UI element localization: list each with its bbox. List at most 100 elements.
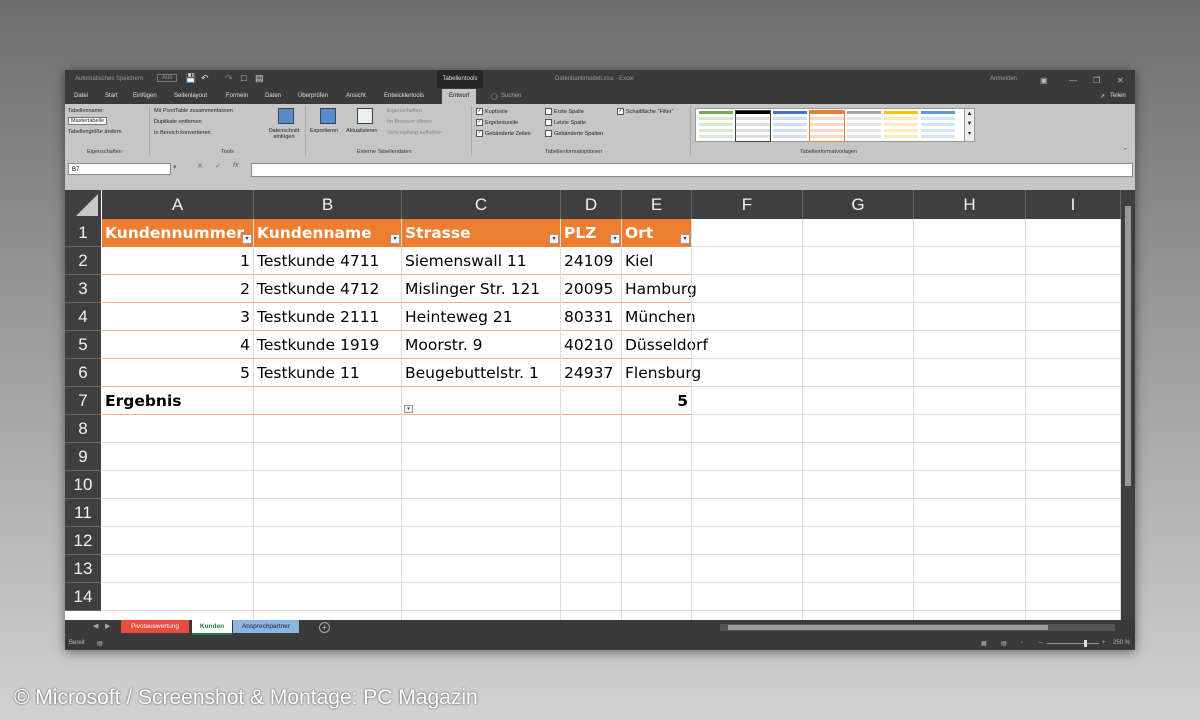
table-cell[interactable]: 24937 xyxy=(561,359,622,387)
row-header-2[interactable]: 2 xyxy=(65,247,101,275)
zoom-out-icon[interactable]: – xyxy=(1039,640,1042,646)
row-header-1[interactable]: 1 xyxy=(65,219,101,247)
enter-icon[interactable]: ✓ xyxy=(215,162,221,170)
redo-icon[interactable]: ↷ xyxy=(225,73,233,84)
pivot-summary-button[interactable]: Mit PivotTable zusammenfassen xyxy=(154,108,233,114)
sheet-tab-ansprechpartner[interactable]: Ansprechpartner xyxy=(233,620,299,633)
ribbon-display-icon[interactable]: ▣ xyxy=(1040,76,1048,85)
sheet-tab-kunden[interactable]: Kunden xyxy=(192,620,232,635)
gallery-scroll-icon[interactable]: ▲ ▼ ▾ xyxy=(964,109,974,141)
scroll-right-icon[interactable]: ▶ xyxy=(105,622,110,630)
banded-rows-option[interactable]: ✓ Gebänderte Zeilen xyxy=(476,130,531,137)
filter-dropdown-icon[interactable]: ▾ xyxy=(680,234,690,244)
zoom-in-icon[interactable]: + xyxy=(1102,640,1106,646)
filter-dropdown-icon[interactable]: ▾ xyxy=(610,234,620,244)
refresh-icon[interactable] xyxy=(357,108,373,124)
table-cell[interactable]: ▾ xyxy=(402,387,561,415)
column-header-e[interactable]: E xyxy=(622,190,692,219)
table-cell[interactable]: Siemenswall 11 xyxy=(402,247,561,275)
row-header-8[interactable]: 8 xyxy=(65,415,101,443)
table-cell[interactable]: Mislinger Str. 121 xyxy=(402,275,561,303)
row-header-13[interactable]: 13 xyxy=(65,555,101,583)
table-cell[interactable]: Heinteweg 21 xyxy=(402,303,561,331)
row-header-5[interactable]: 5 xyxy=(65,331,101,359)
table-name-input[interactable]: Mastertabelle xyxy=(68,117,108,125)
tab-entwicklertools[interactable]: Entwicklertools xyxy=(384,93,424,99)
table-header-cell[interactable]: Kundenname ▾ xyxy=(254,219,402,247)
style-swatch[interactable] xyxy=(735,110,771,142)
print-icon[interactable]: ▤ xyxy=(255,73,264,84)
table-cell[interactable] xyxy=(561,387,622,415)
open-browser-button[interactable]: Im Browser öffnen xyxy=(387,119,432,125)
table-header-cell[interactable]: PLZ ▾ xyxy=(561,219,622,247)
table-cell[interactable]: 5 xyxy=(102,359,254,387)
name-box-dropdown-icon[interactable]: ▾ xyxy=(173,163,177,171)
column-header-a[interactable]: A xyxy=(102,190,254,219)
formula-input[interactable] xyxy=(251,163,1133,177)
first-column-option[interactable]: Erste Spalte xyxy=(545,108,584,115)
row-header-3[interactable]: 3 xyxy=(65,275,101,303)
tab-seitenlayout[interactable]: Seitenlayout xyxy=(174,93,207,99)
row-header-12[interactable]: 12 xyxy=(65,527,101,555)
table-header-cell[interactable]: Kundennummer ▾ xyxy=(102,219,254,247)
close-icon[interactable]: ✕ xyxy=(1117,76,1124,85)
convert-range-button[interactable]: In Bereich konvertieren xyxy=(154,130,211,136)
tab-start[interactable]: Start xyxy=(105,93,118,99)
zoom-slider[interactable] xyxy=(1047,643,1099,644)
remove-duplicates-button[interactable]: Duplikate entfernen xyxy=(154,119,202,125)
insert-slicer-button[interactable]: Datenschnitt einfügen xyxy=(265,128,303,140)
column-header-i[interactable]: I xyxy=(1026,190,1121,219)
total-row-option[interactable]: ✓ Ergebniszeile xyxy=(476,119,518,126)
column-header-f[interactable]: F xyxy=(692,190,803,219)
zoom-level[interactable]: 250 % xyxy=(1113,640,1130,646)
style-swatch[interactable] xyxy=(921,111,955,141)
filter-dropdown-icon[interactable]: ▾ xyxy=(549,234,559,244)
style-swatch[interactable] xyxy=(847,111,881,141)
tab-daten[interactable]: Daten xyxy=(265,93,281,99)
scroll-left-icon[interactable]: ◀ xyxy=(93,622,98,630)
table-cell[interactable]: Testkunde 2111 xyxy=(254,303,402,331)
table-cell[interactable]: Testkunde 4712 xyxy=(254,275,402,303)
minimize-icon[interactable]: — xyxy=(1069,76,1077,85)
column-header-b[interactable]: B xyxy=(254,190,402,219)
last-column-option[interactable]: Letzte Spalte xyxy=(545,119,586,126)
total-label-cell[interactable]: Ergebnis xyxy=(102,387,254,415)
row-header-11[interactable]: 11 xyxy=(65,499,101,527)
horizontal-scrollbar[interactable] xyxy=(720,624,1115,631)
scroll-thumb[interactable] xyxy=(728,625,1048,630)
table-cell[interactable]: 3 xyxy=(102,303,254,331)
tab-entwurf[interactable]: Entwurf xyxy=(442,89,477,104)
export-icon[interactable] xyxy=(320,108,336,124)
table-cell[interactable]: 2 xyxy=(102,275,254,303)
filter-button-option[interactable]: ✓ Schaltfläche "Filter" xyxy=(617,108,674,115)
page-break-icon[interactable]: ▫ xyxy=(1021,640,1023,646)
table-cell[interactable]: Beugebuttelstr. 1 xyxy=(402,359,561,387)
save-icon[interactable]: 💾 xyxy=(185,73,196,84)
export-button[interactable]: Exportieren xyxy=(310,128,338,134)
table-cell[interactable]: Testkunde 4711 xyxy=(254,247,402,275)
unlink-button[interactable]: Verknüpfung aufheben xyxy=(387,130,442,136)
row-header-10[interactable]: 10 xyxy=(65,471,101,499)
sheet-tab-pivotauswertung[interactable]: Pivotauswertung xyxy=(121,620,189,633)
add-sheet-icon[interactable]: + xyxy=(319,622,330,633)
table-cell[interactable]: 80331 xyxy=(561,303,622,331)
new-file-icon[interactable]: □ xyxy=(241,73,246,83)
style-swatch[interactable] xyxy=(809,110,845,142)
select-all-corner[interactable] xyxy=(65,190,101,219)
slicer-icon[interactable] xyxy=(278,108,294,124)
table-cell[interactable] xyxy=(254,387,402,415)
style-swatch[interactable] xyxy=(773,111,807,141)
autosave-toggle[interactable]: Aus xyxy=(157,74,178,82)
name-box[interactable]: B7 xyxy=(68,163,171,175)
macro-record-icon[interactable]: ▤ xyxy=(97,640,103,647)
row-header-14[interactable]: 14 xyxy=(65,583,101,611)
table-cell[interactable]: 4 xyxy=(102,331,254,359)
tab-ansicht[interactable]: Ansicht xyxy=(346,93,366,99)
table-cell[interactable]: Testkunde 11 xyxy=(254,359,402,387)
banded-columns-option[interactable]: Gebänderte Spalten xyxy=(545,130,603,137)
filter-dropdown-icon[interactable]: ▾ xyxy=(390,234,400,244)
table-cell[interactable]: Hamburg xyxy=(622,275,697,303)
style-swatch[interactable] xyxy=(884,111,918,141)
table-cell[interactable]: Flensburg xyxy=(622,359,701,387)
page-layout-icon[interactable]: ▤ xyxy=(1001,640,1007,647)
